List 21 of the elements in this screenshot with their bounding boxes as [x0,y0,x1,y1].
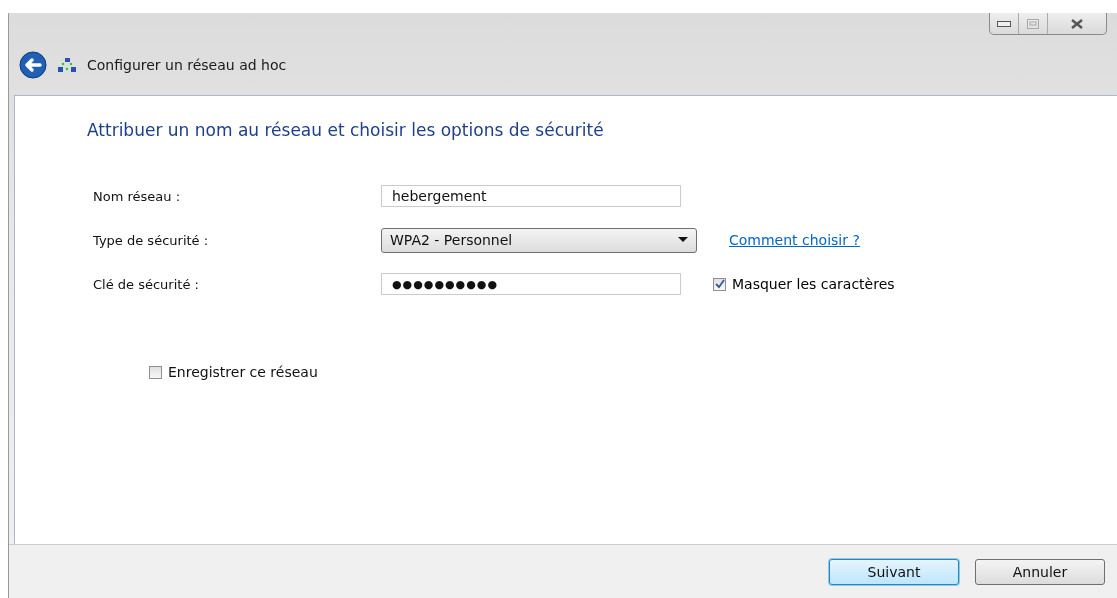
close-icon [1070,18,1084,29]
maximize-icon [1027,18,1039,29]
next-button[interactable]: Suivant [829,558,959,585]
minimize-icon [997,20,1011,27]
caret-icon [678,237,688,243]
back-button[interactable] [19,51,47,79]
help-link[interactable]: Comment choisir ? [729,232,860,248]
input-field[interactable]: ●●●●●●●●●● [381,273,681,295]
input-field[interactable]: hebergement [381,185,681,207]
security-type-dropdown[interactable]: WPA2 - Personnel [381,227,697,253]
checkbox-label: Enregistrer ce réseau [168,364,318,380]
cancel-button[interactable]: Annuler [975,558,1105,585]
checkbox[interactable] [149,365,162,379]
checkbox[interactable] [713,277,726,291]
window-title: Configurer un réseau ad hoc [87,57,287,73]
network-icon [57,57,77,73]
page-heading: Attribuer un nom au réseau et choisir les options de sécurité [87,120,605,140]
checkbox-label: Masquer les caractères [732,276,895,292]
field-label: Type de sécurité : [92,232,210,248]
field-label: Nom réseau : [92,188,182,204]
field-label: Clé de sécurité : [92,276,200,292]
